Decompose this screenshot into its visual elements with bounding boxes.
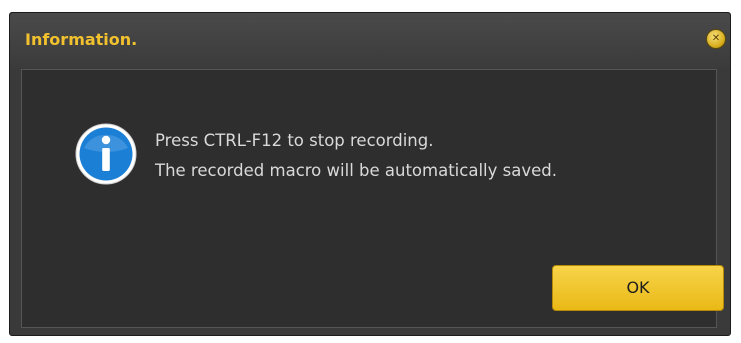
- dialog-title: Information.: [25, 30, 138, 49]
- ok-button[interactable]: OK: [552, 265, 724, 311]
- dialog-content: Press CTRL-F12 to stop recording. The re…: [21, 69, 724, 328]
- information-dialog: Information. ✕ Press CTRL-F12 to stop re…: [9, 12, 731, 336]
- dialog-titlebar[interactable]: Information. ✕: [10, 13, 730, 68]
- dialog-message: Press CTRL-F12 to stop recording. The re…: [155, 126, 557, 186]
- close-icon[interactable]: ✕: [707, 30, 725, 48]
- message-line: The recorded macro will be automatically…: [155, 161, 557, 180]
- message-line: Press CTRL-F12 to stop recording.: [155, 131, 434, 150]
- info-icon: [75, 123, 137, 185]
